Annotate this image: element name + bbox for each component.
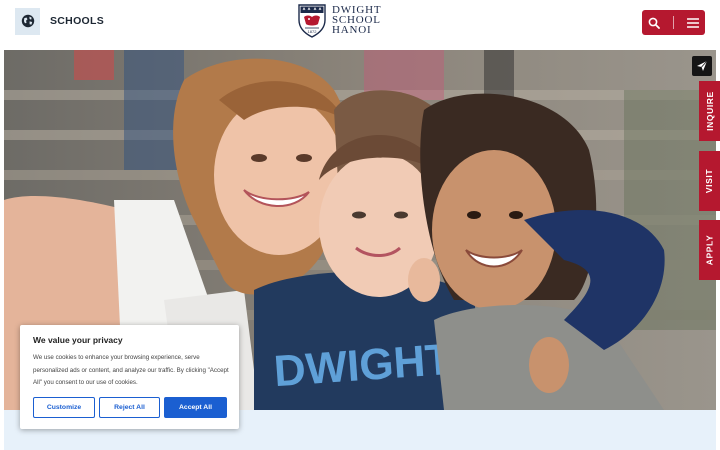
menu-divider <box>672 16 674 29</box>
apply-label: APPLY <box>704 234 715 266</box>
accept-all-button[interactable]: Accept All <box>164 397 227 418</box>
cookie-text: We use cookies to enhance your browsing … <box>33 354 229 386</box>
search-menu-button[interactable] <box>642 10 705 35</box>
cookie-consent-banner: We value your privacy We use cookies to … <box>20 325 239 429</box>
crest-icon: 1872 <box>298 4 326 38</box>
logo-line-3: HANOI <box>332 24 372 36</box>
cookie-title: We value your privacy <box>33 335 123 345</box>
site-header: SCHOOLS 1872 DWIGHT SCHOOL HANOI <box>0 0 720 50</box>
inquire-label: INQUIRE <box>704 91 715 131</box>
logo-year: 1872 <box>308 29 318 34</box>
reject-all-button[interactable]: Reject All <box>99 397 160 418</box>
schools-button[interactable]: SCHOOLS <box>15 7 104 35</box>
paper-plane-icon[interactable] <box>692 56 712 76</box>
apply-tab[interactable]: APPLY <box>699 220 720 280</box>
search-icon[interactable] <box>648 17 661 29</box>
visit-tab[interactable]: VISIT <box>699 151 720 211</box>
customize-button[interactable]: Customize <box>33 397 95 418</box>
inquire-tab[interactable]: INQUIRE <box>699 81 720 141</box>
hamburger-menu-icon[interactable] <box>686 17 699 28</box>
visit-label: VISIT <box>704 168 715 194</box>
schools-label: SCHOOLS <box>50 15 105 27</box>
logo-wordmark: DWIGHT SCHOOL HANOI <box>332 4 381 36</box>
globe-icon <box>15 7 40 35</box>
school-logo[interactable]: 1872 DWIGHT SCHOOL HANOI <box>298 4 381 38</box>
